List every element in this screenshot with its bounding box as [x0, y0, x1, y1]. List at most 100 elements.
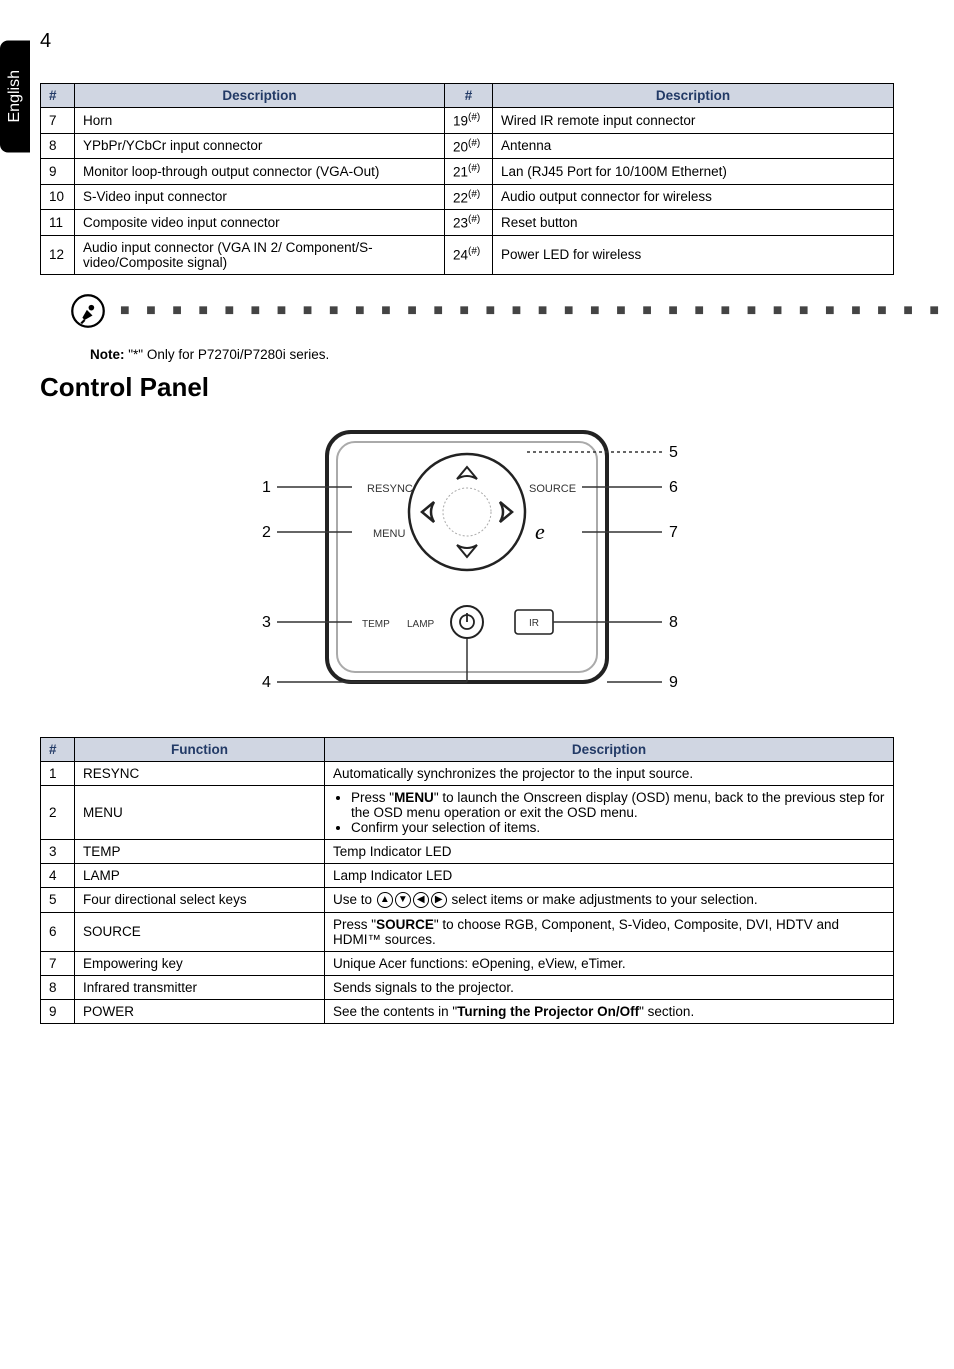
- col-header-function: Function: [75, 737, 325, 761]
- cell: 11: [41, 210, 75, 236]
- col-header-num: #: [41, 737, 75, 761]
- svg-text:7: 7: [669, 524, 678, 541]
- cell: See the contents in "Turning the Project…: [325, 999, 894, 1023]
- cell: Empowering key: [75, 951, 325, 975]
- cell: 5: [41, 887, 75, 912]
- function-table: # Function Description 1 RESYNC Automati…: [40, 737, 894, 1024]
- svg-text:9: 9: [669, 674, 678, 691]
- col-header-num2: #: [445, 84, 493, 108]
- cell: Lamp Indicator LED: [325, 863, 894, 887]
- table-row: 8 Infrared transmitter Sends signals to …: [41, 975, 894, 999]
- table-row: 8 YPbPr/YCbCr input connector 20(#) Ante…: [41, 133, 894, 159]
- note-text: Note: "*" Only for P7270i/P7280i series.: [90, 347, 894, 362]
- cell: Monitor loop-through output connector (V…: [75, 159, 445, 185]
- cell: 1: [41, 761, 75, 785]
- cell: RESYNC: [75, 761, 325, 785]
- cell: 4: [41, 863, 75, 887]
- page-number: 4: [40, 30, 51, 53]
- cell: Reset button: [493, 210, 894, 236]
- arrow-left-icon: ◀: [413, 892, 429, 908]
- cell: Horn: [75, 108, 445, 134]
- cell: POWER: [75, 999, 325, 1023]
- cell: 12: [41, 235, 75, 274]
- cell: 21(#): [445, 159, 493, 185]
- table-row: 11 Composite video input connector 23(#)…: [41, 210, 894, 236]
- cell: SOURCE: [75, 912, 325, 951]
- section-title-control-panel: Control Panel: [40, 372, 894, 403]
- pin-icon: [70, 293, 106, 329]
- cell: 23(#): [445, 210, 493, 236]
- page-header: 4: [40, 30, 894, 53]
- cell: Infrared transmitter: [75, 975, 325, 999]
- table-row: 9 POWER See the contents in "Turning the…: [41, 999, 894, 1023]
- cell: TEMP: [75, 839, 325, 863]
- cell: 8: [41, 133, 75, 159]
- svg-text:IR: IR: [529, 618, 539, 629]
- cell: 6: [41, 912, 75, 951]
- table-row: 2 MENU Press "MENU" to launch the Onscre…: [41, 785, 894, 839]
- table-row: 7 Horn 19(#) Wired IR remote input conne…: [41, 108, 894, 134]
- svg-text:3: 3: [262, 614, 271, 631]
- arrow-down-icon: ▼: [395, 892, 411, 908]
- cell: Temp Indicator LED: [325, 839, 894, 863]
- cell: YPbPr/YCbCr input connector: [75, 133, 445, 159]
- arrow-right-icon: ▶: [431, 892, 447, 908]
- cell: Lan (RJ45 Port for 10/100M Ethernet): [493, 159, 894, 185]
- cell: 22(#): [445, 184, 493, 210]
- cell: Press "MENU" to launch the Onscreen disp…: [325, 785, 894, 839]
- svg-text:2: 2: [262, 524, 271, 541]
- cell: 8: [41, 975, 75, 999]
- cell: Antenna: [493, 133, 894, 159]
- cell: Composite video input connector: [75, 210, 445, 236]
- cell: Unique Acer functions: eOpening, eView, …: [325, 951, 894, 975]
- table-row: 9 Monitor loop-through output connector …: [41, 159, 894, 185]
- col-header-description: Description: [325, 737, 894, 761]
- note-dots: ■ ■ ■ ■ ■ ■ ■ ■ ■ ■ ■ ■ ■ ■ ■ ■ ■ ■ ■ ■ …: [120, 302, 954, 320]
- svg-text:SOURCE: SOURCE: [529, 483, 576, 495]
- table-row: 1 RESYNC Automatically synchronizes the …: [41, 761, 894, 785]
- cell: Power LED for wireless: [493, 235, 894, 274]
- svg-text:MENU: MENU: [373, 528, 405, 540]
- svg-text:LAMP: LAMP: [407, 619, 435, 630]
- cell: Audio output connector for wireless: [493, 184, 894, 210]
- cell: 24(#): [445, 235, 493, 274]
- svg-text:TEMP: TEMP: [362, 619, 390, 630]
- note-block: ■ ■ ■ ■ ■ ■ ■ ■ ■ ■ ■ ■ ■ ■ ■ ■ ■ ■ ■ ■ …: [70, 293, 894, 329]
- svg-text:RESYNC: RESYNC: [367, 483, 413, 495]
- cell: Audio input connector (VGA IN 2/ Compone…: [75, 235, 445, 274]
- cell: 19(#): [445, 108, 493, 134]
- cell: MENU: [75, 785, 325, 839]
- cell: 9: [41, 999, 75, 1023]
- cell: Wired IR remote input connector: [493, 108, 894, 134]
- cell: Sends signals to the projector.: [325, 975, 894, 999]
- table-row: 6 SOURCE Press "SOURCE" to choose RGB, C…: [41, 912, 894, 951]
- svg-text:4: 4: [262, 674, 271, 691]
- connector-table: # Description # Description 7 Horn 19(#)…: [40, 83, 894, 275]
- table-row: 12 Audio input connector (VGA IN 2/ Comp…: [41, 235, 894, 274]
- control-panel-diagram: RESYNC SOURCE MENU e TEMP LAMP IR 1 2 3 …: [40, 417, 894, 717]
- arrow-up-icon: ▲: [377, 892, 393, 908]
- col-header-desc2: Description: [493, 84, 894, 108]
- cell: 3: [41, 839, 75, 863]
- cell: Press "SOURCE" to choose RGB, Component,…: [325, 912, 894, 951]
- language-tab: English: [0, 40, 30, 152]
- cell: Use to ▲▼◀▶ select items or make adjustm…: [325, 887, 894, 912]
- cell: 7: [41, 951, 75, 975]
- svg-text:1: 1: [262, 479, 271, 496]
- cell: 7: [41, 108, 75, 134]
- svg-text:5: 5: [669, 444, 678, 461]
- cell: 20(#): [445, 133, 493, 159]
- table-row: 7 Empowering key Unique Acer functions: …: [41, 951, 894, 975]
- col-header-num1: #: [41, 84, 75, 108]
- cell: Automatically synchronizes the projector…: [325, 761, 894, 785]
- cell: 2: [41, 785, 75, 839]
- table-row: 4 LAMP Lamp Indicator LED: [41, 863, 894, 887]
- svg-text:6: 6: [669, 479, 678, 496]
- cell: Four directional select keys: [75, 887, 325, 912]
- cell: S-Video input connector: [75, 184, 445, 210]
- col-header-desc1: Description: [75, 84, 445, 108]
- cell: 10: [41, 184, 75, 210]
- svg-text:8: 8: [669, 614, 678, 631]
- table-row: 5 Four directional select keys Use to ▲▼…: [41, 887, 894, 912]
- svg-text:e: e: [535, 519, 545, 544]
